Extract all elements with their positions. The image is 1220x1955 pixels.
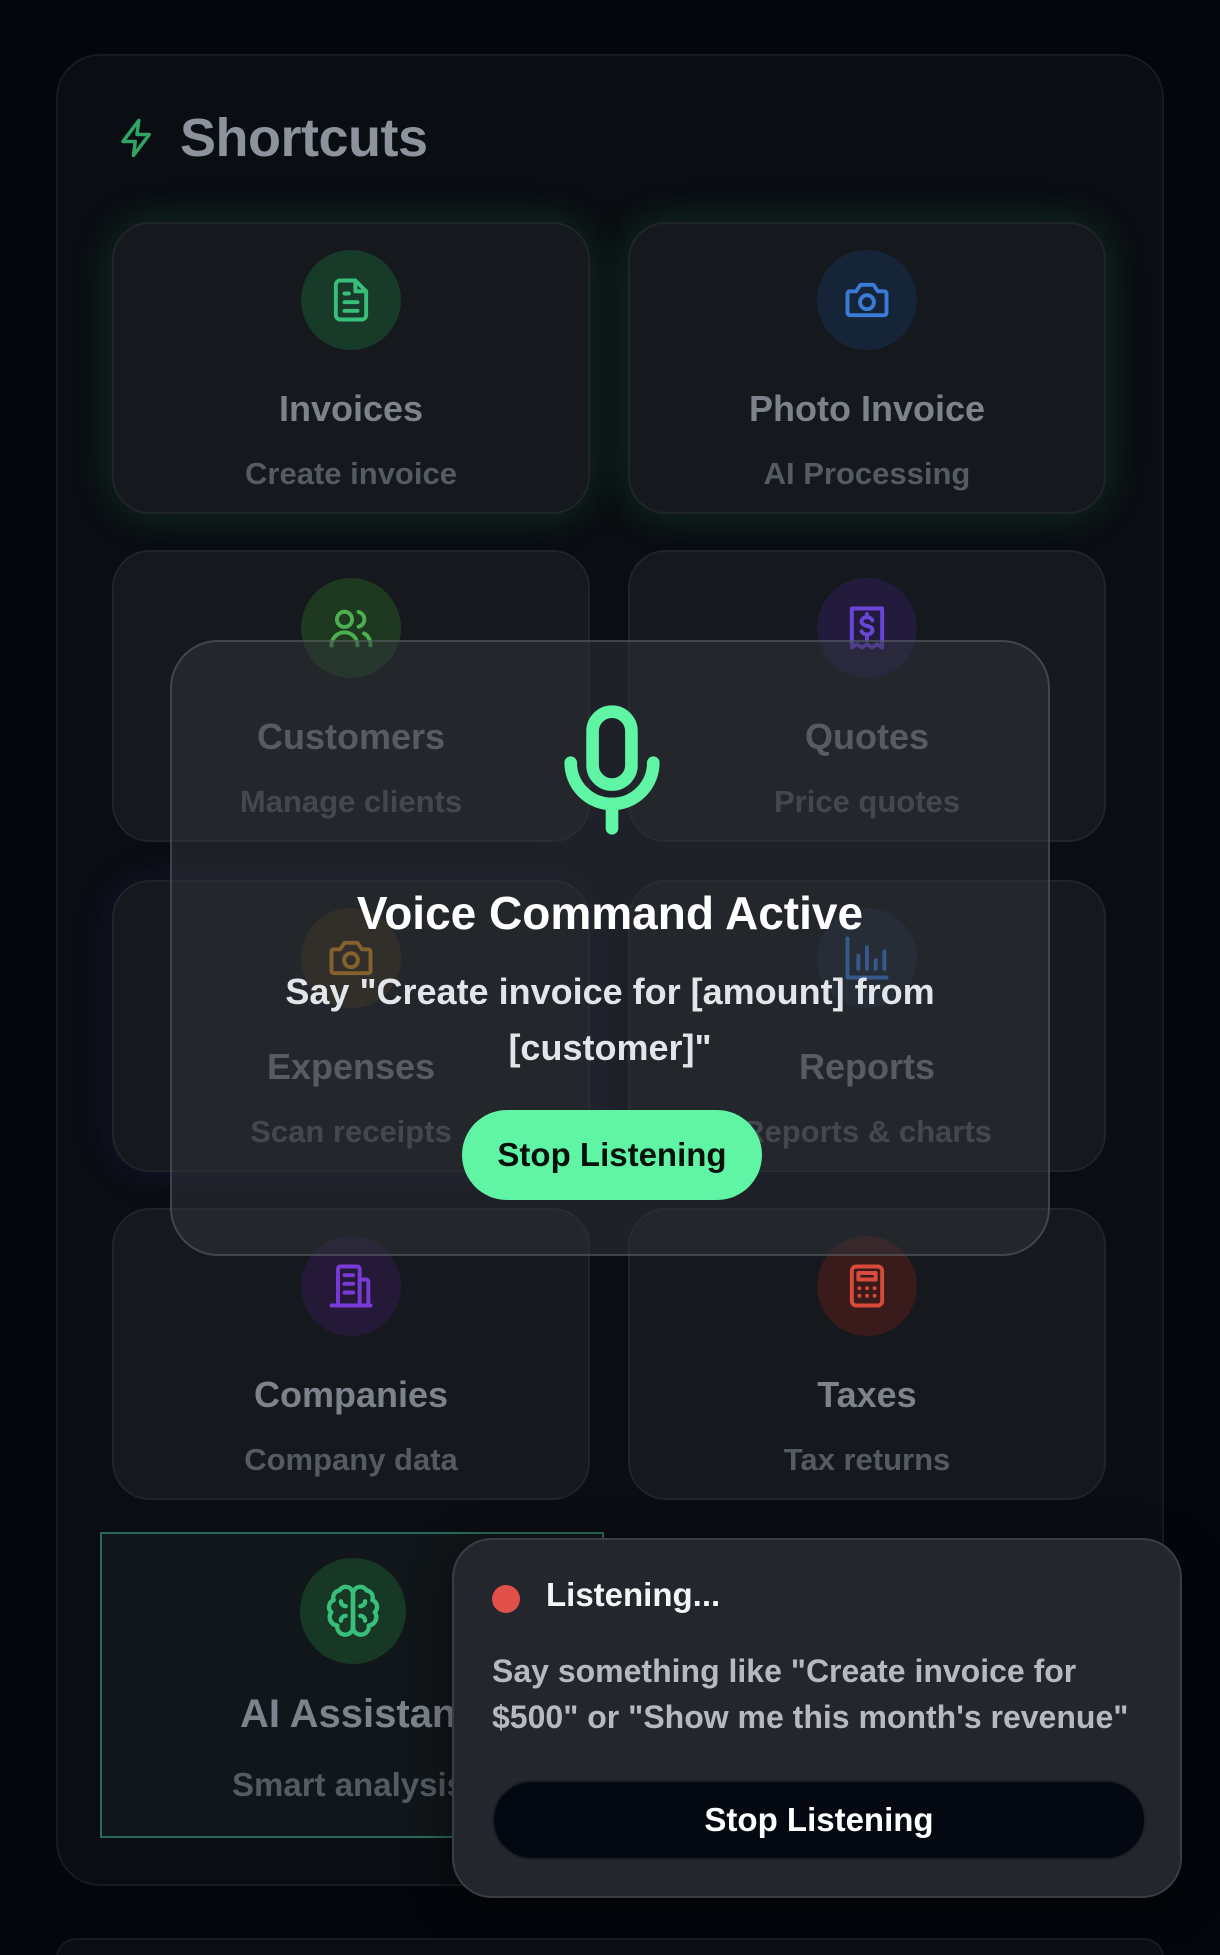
card-subtitle: Tax returns xyxy=(783,1442,951,1477)
ai-assistant-icon-badge xyxy=(300,1558,406,1664)
card-subtitle: Smart analysis xyxy=(232,1766,465,1803)
shortcuts-header: Shortcuts xyxy=(116,104,428,172)
shortcuts-title: Shortcuts xyxy=(180,108,428,168)
microphone-icon xyxy=(564,705,660,835)
recording-dot xyxy=(492,1585,520,1613)
voice-command-modal: Voice Command Active Say "Create invoice… xyxy=(170,640,1050,1256)
invoices-icon-badge xyxy=(301,250,401,350)
calculator-icon xyxy=(849,1264,885,1308)
voice-modal-title: Voice Command Active xyxy=(356,887,864,939)
shortcut-card-invoices[interactable]: Invoices Create invoice xyxy=(112,222,590,514)
camera-icon xyxy=(845,282,889,318)
document-icon xyxy=(333,278,369,322)
card-title: Taxes xyxy=(817,1374,917,1415)
app-screen: Shortcuts Invoices Create invoice Photo … xyxy=(0,0,1220,1955)
photo-invoice-icon-badge xyxy=(817,250,917,350)
next-panel-edge xyxy=(56,1938,1164,1955)
toast-instructions: Say something like "Create invoice for $… xyxy=(492,1653,1129,1735)
toast-title: Listening... xyxy=(546,1576,721,1613)
toast-stop-listening-button[interactable]: Stop Listening xyxy=(492,1780,1146,1860)
card-title: Invoices xyxy=(278,388,424,429)
stop-listening-button[interactable]: Stop Listening xyxy=(462,1110,762,1200)
listening-toast: Listening... Say something like "Create … xyxy=(452,1538,1182,1898)
card-title: Companies xyxy=(253,1374,449,1415)
card-subtitle: Create invoice xyxy=(245,456,457,491)
card-subtitle: Company data xyxy=(244,1442,458,1477)
card-title: Photo Invoice xyxy=(748,388,986,429)
voice-modal-instructions: Say "Create invoice for [amount] from [c… xyxy=(285,971,935,1068)
lightning-bolt-icon xyxy=(121,118,151,158)
shortcut-card-photo-invoice[interactable]: Photo Invoice AI Processing xyxy=(628,222,1106,514)
brain-icon xyxy=(326,1584,380,1637)
card-title: AI Assistant xyxy=(240,1692,470,1736)
building-icon xyxy=(329,1264,373,1308)
card-subtitle: AI Processing xyxy=(763,456,971,491)
